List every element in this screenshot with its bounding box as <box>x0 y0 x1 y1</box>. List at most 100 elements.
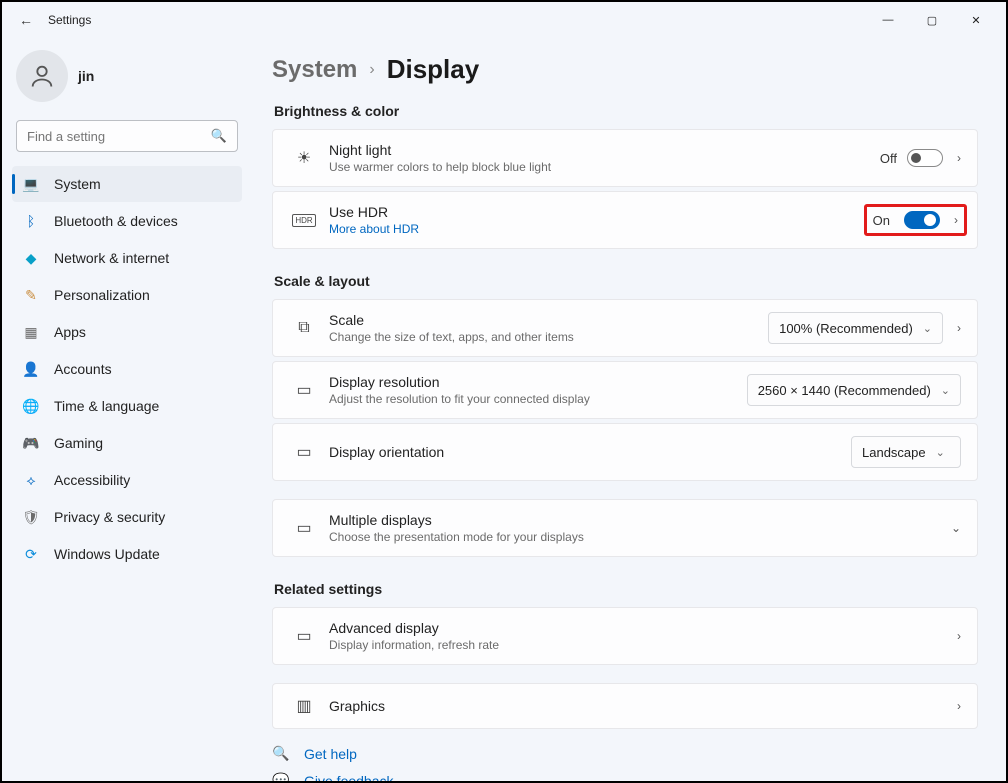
sidebar-item-label: Time & language <box>54 398 159 414</box>
advanced-display-sub: Display information, refresh rate <box>329 638 957 652</box>
nav-icon: ✎ <box>22 287 40 304</box>
sidebar-item-accounts[interactable]: 👤Accounts <box>12 351 242 387</box>
scale-select[interactable]: 100% (Recommended) ⌄ <box>768 312 943 344</box>
help-icon: 🔍 <box>272 745 290 762</box>
resolution-select[interactable]: 2560 × 1440 (Recommended) ⌄ <box>747 374 961 406</box>
chevron-right-icon[interactable]: › <box>957 629 961 643</box>
sidebar-item-label: Network & internet <box>54 250 169 266</box>
nav-icon: ⟳ <box>22 546 40 563</box>
chevron-down-icon: ⌄ <box>936 446 945 459</box>
scale-title: Scale <box>329 312 768 328</box>
hdr-state: On <box>873 213 890 228</box>
nav-icon: ▦ <box>22 324 40 341</box>
hdr-row[interactable]: HDR Use HDR More about HDR On › <box>272 191 978 249</box>
nav-icon: 🌐 <box>22 398 40 415</box>
sidebar-item-label: Apps <box>54 324 86 340</box>
minimize-button[interactable]: — <box>866 5 910 35</box>
scale-row[interactable]: ⧉ Scale Change the size of text, apps, a… <box>272 299 978 357</box>
user-name: jin <box>78 68 94 84</box>
chevron-down-icon: ⌄ <box>923 322 932 335</box>
nav-icon: 🛡 <box>22 509 40 526</box>
hdr-toggle[interactable] <box>904 211 940 229</box>
sidebar-item-gaming[interactable]: 🎮Gaming <box>12 425 242 461</box>
person-icon <box>28 62 56 90</box>
sidebar-item-accessibility[interactable]: ⟡ Accessibility <box>12 462 242 498</box>
night-light-toggle[interactable] <box>907 149 943 167</box>
scale-icon: ⧉ <box>289 319 319 337</box>
sidebar-item-label: Accessibility <box>54 472 130 488</box>
hdr-icon: HDR <box>289 214 319 227</box>
sidebar-item-personalization[interactable]: ✎ Personalization <box>12 277 242 313</box>
night-light-sub: Use warmer colors to help block blue lig… <box>329 160 880 174</box>
advanced-display-icon: ▭ <box>289 626 319 646</box>
sidebar-item-time-language[interactable]: 🌐 Time & language <box>12 388 242 424</box>
resolution-title: Display resolution <box>329 374 747 390</box>
section-heading-scale: Scale & layout <box>274 273 978 289</box>
chevron-down-icon[interactable]: ⌄ <box>951 521 961 535</box>
maximize-button[interactable]: ▢ <box>910 5 954 35</box>
night-light-icon: ☀ <box>289 148 319 168</box>
resolution-row[interactable]: ▭ Display resolution Adjust the resoluti… <box>272 361 978 419</box>
breadcrumb-parent[interactable]: System <box>272 56 357 84</box>
user-profile[interactable]: jin <box>16 50 238 102</box>
search-input-wrapper[interactable]: 🔍 <box>16 120 238 152</box>
sidebar-item-label: Bluetooth & devices <box>54 213 178 229</box>
sidebar-item-label: Privacy & security <box>54 509 165 525</box>
search-input[interactable] <box>27 129 211 144</box>
advanced-display-row[interactable]: ▭ Advanced display Display information, … <box>272 607 978 665</box>
nav-icon: ᛒ <box>22 213 40 229</box>
chevron-right-icon: › <box>369 61 374 79</box>
avatar <box>16 50 68 102</box>
window-title: Settings <box>48 13 91 27</box>
night-light-row[interactable]: ☀ Night light Use warmer colors to help … <box>272 129 978 187</box>
sidebar-item-system[interactable]: 💻 System <box>12 166 242 202</box>
feedback-icon: 💬 <box>272 772 290 781</box>
sidebar-item-label: Windows Update <box>54 546 160 562</box>
close-button[interactable]: ✕ <box>954 5 998 35</box>
scale-sub: Change the size of text, apps, and other… <box>329 330 768 344</box>
graphics-row[interactable]: ▥ Graphics › <box>272 683 978 729</box>
multiple-displays-icon: ▭ <box>289 518 319 538</box>
chevron-right-icon[interactable]: › <box>954 213 958 227</box>
section-heading-related: Related settings <box>274 581 978 597</box>
orientation-select[interactable]: Landscape ⌄ <box>851 436 961 468</box>
sidebar-item-apps[interactable]: ▦ Apps <box>12 314 242 350</box>
sidebar-item-network-internet[interactable]: ◆ Network & internet <box>12 240 242 276</box>
sidebar-item-label: Gaming <box>54 435 103 451</box>
nav-icon: ◆ <box>22 250 40 267</box>
multiple-displays-row[interactable]: ▭ Multiple displays Choose the presentat… <box>272 499 978 557</box>
nav-icon: 👤 <box>22 361 40 378</box>
multiple-displays-title: Multiple displays <box>329 512 951 528</box>
section-heading-brightness: Brightness & color <box>274 103 978 119</box>
sidebar-item-bluetooth-devices[interactable]: ᛒ Bluetooth & devices <box>12 203 242 239</box>
orientation-title: Display orientation <box>329 444 851 460</box>
scale-value: 100% (Recommended) <box>779 321 913 336</box>
hdr-more-link[interactable]: More about HDR <box>329 222 870 236</box>
nav-icon: ⟡ <box>22 472 40 489</box>
chevron-down-icon: ⌄ <box>941 384 950 397</box>
orientation-icon: ▭ <box>289 442 319 462</box>
get-help-label: Get help <box>304 746 357 762</box>
resolution-sub: Adjust the resolution to fit your connec… <box>329 392 747 406</box>
orientation-value: Landscape <box>862 445 926 460</box>
give-feedback-link[interactable]: 💬 Give feedback <box>272 772 978 781</box>
breadcrumb: System › Display <box>272 54 978 85</box>
back-button[interactable]: ← <box>10 12 42 28</box>
nav-icon: 💻 <box>22 176 40 193</box>
breadcrumb-current: Display <box>387 54 480 85</box>
sidebar-item-label: System <box>54 176 101 192</box>
sidebar-item-windows-update[interactable]: ⟳ Windows Update <box>12 536 242 572</box>
sidebar-item-label: Personalization <box>54 287 150 303</box>
sidebar-item-privacy-security[interactable]: 🛡 Privacy & security <box>12 499 242 535</box>
chevron-right-icon[interactable]: › <box>957 151 961 165</box>
search-icon: 🔍 <box>211 128 227 144</box>
graphics-title: Graphics <box>329 698 957 714</box>
night-light-state: Off <box>880 151 897 166</box>
get-help-link[interactable]: 🔍 Get help <box>272 745 978 762</box>
orientation-row[interactable]: ▭ Display orientation Landscape ⌄ <box>272 423 978 481</box>
resolution-icon: ▭ <box>289 380 319 400</box>
night-light-title: Night light <box>329 142 880 158</box>
resolution-value: 2560 × 1440 (Recommended) <box>758 383 931 398</box>
chevron-right-icon[interactable]: › <box>957 321 961 335</box>
chevron-right-icon[interactable]: › <box>957 699 961 713</box>
